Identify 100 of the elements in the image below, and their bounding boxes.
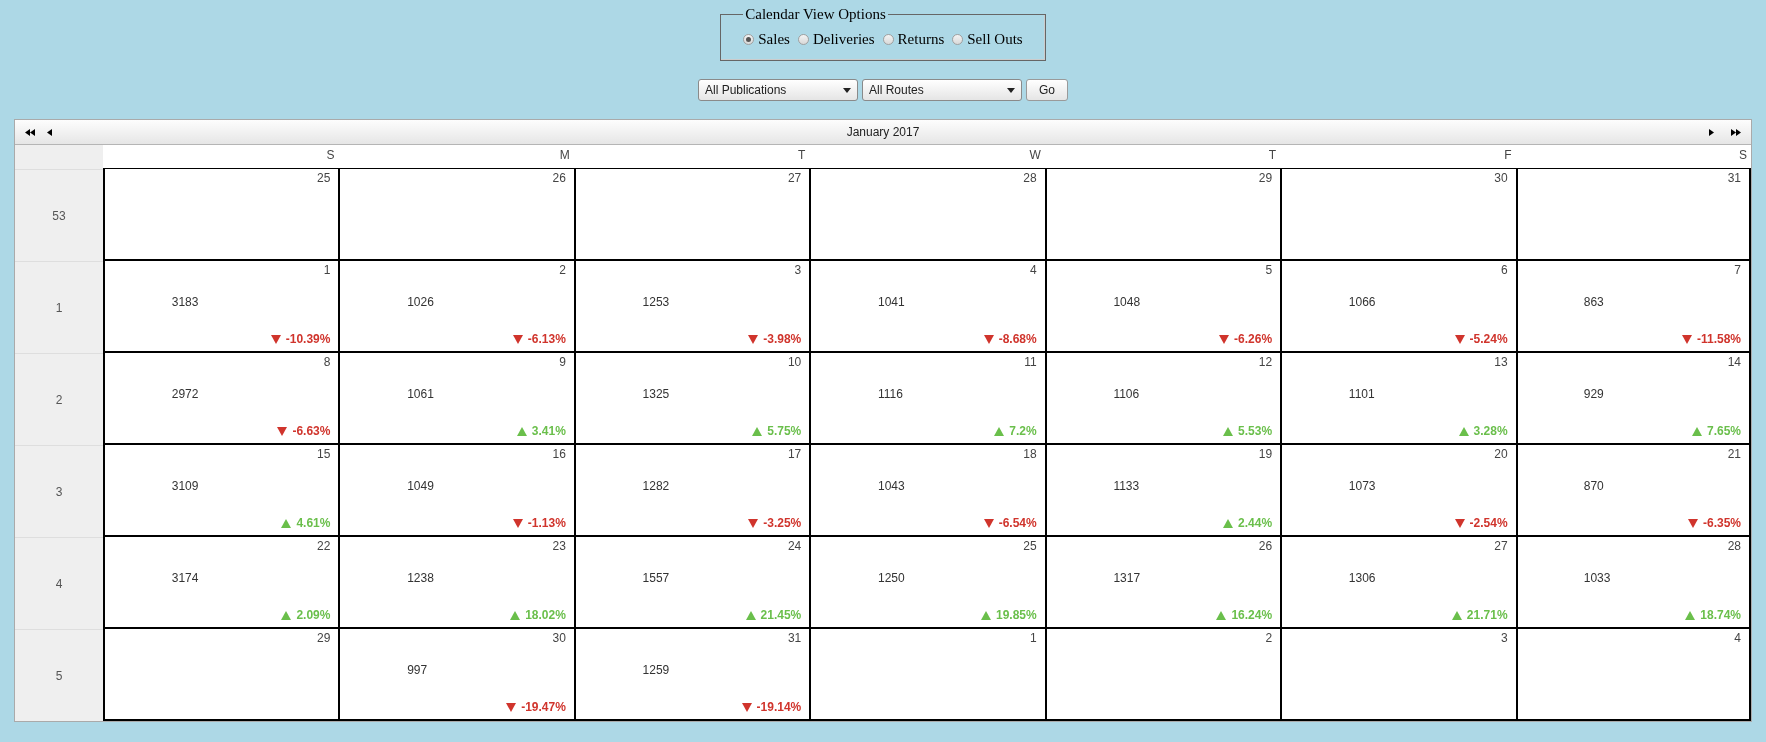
sales-value: 1133: [1113, 479, 1140, 493]
sales-value: 1557: [642, 571, 670, 585]
day-cell[interactable]: 1 3183 -10.39%: [103, 261, 339, 353]
day-cell[interactable]: 29: [1044, 169, 1281, 261]
day-cell[interactable]: 27 1306 21.71%: [1280, 537, 1516, 629]
day-cell[interactable]: 30: [1280, 169, 1516, 261]
week-number: 1: [15, 261, 103, 353]
weekday-header: F: [1280, 145, 1516, 169]
radio-button[interactable]: [743, 34, 755, 45]
day-cell[interactable]: 14 929 7.65%: [1515, 353, 1751, 445]
day-cell[interactable]: 3 1253 -3.98%: [573, 261, 810, 353]
day-number: 7: [1734, 263, 1741, 279]
weekday-header: T: [1044, 145, 1281, 169]
day-cell[interactable]: 7 863 -11.58%: [1515, 261, 1751, 353]
sales-value: 3109: [171, 479, 199, 493]
down-triangle-icon: [748, 518, 759, 528]
radio-label[interactable]: Sales: [758, 31, 790, 48]
day-cell[interactable]: 31 1259 -19.14%: [573, 629, 810, 721]
month-title: January 2017: [845, 125, 921, 139]
sales-value: 1325: [642, 387, 670, 401]
sales-value: 1250: [878, 571, 905, 585]
day-cell[interactable]: 23 1238 18.02%: [338, 537, 574, 629]
day-cell[interactable]: 17 1282 -3.25%: [573, 445, 810, 537]
up-triangle-icon: [981, 610, 991, 620]
day-number: 27: [1494, 539, 1508, 555]
day-cell[interactable]: 26: [338, 169, 574, 261]
day-cell[interactable]: 13 1101 3.28%: [1280, 353, 1516, 445]
day-cell[interactable]: 15 3109 4.61%: [103, 445, 339, 537]
sales-value: 1253: [642, 295, 670, 309]
radio-button[interactable]: [952, 34, 964, 45]
day-cell[interactable]: 20 1073 -2.54%: [1280, 445, 1516, 537]
radio-button[interactable]: [797, 34, 809, 45]
weekday-header: W: [809, 145, 1045, 169]
day-cell[interactable]: 5 1048 -6.26%: [1044, 261, 1281, 353]
day-number: 1: [1030, 631, 1037, 647]
day-cell[interactable]: 12 1106 5.53%: [1044, 353, 1281, 445]
day-cell[interactable]: 28 1033 18.74%: [1515, 537, 1751, 629]
day-cell[interactable]: 10 1325 5.75%: [573, 353, 810, 445]
day-cell[interactable]: 21 870 -6.35%: [1515, 445, 1751, 537]
route-dropdown[interactable]: All Routes: [862, 79, 1022, 101]
day-cell[interactable]: 30 997 -19.47%: [338, 629, 574, 721]
sales-value: 1317: [1113, 571, 1141, 585]
sales-value: 1073: [1348, 479, 1376, 493]
sales-value: 1066: [1348, 295, 1376, 309]
double-right-arrow-icon[interactable]: [1731, 128, 1741, 136]
day-cell[interactable]: 18 1043 -6.54%: [809, 445, 1045, 537]
day-cell[interactable]: 4: [1515, 629, 1751, 721]
day-cell[interactable]: 19 1133 2.44%: [1044, 445, 1281, 537]
day-cell[interactable]: 2: [1044, 629, 1281, 721]
publication-dropdown[interactable]: All Publications: [698, 79, 858, 101]
radio-button[interactable]: [882, 34, 894, 45]
change-percent: -11.58%: [1696, 332, 1741, 346]
day-cell[interactable]: 8 2972 -6.63%: [103, 353, 339, 445]
day-number: 31: [787, 631, 802, 647]
day-cell[interactable]: 26 1317 16.24%: [1044, 537, 1281, 629]
day-number: 30: [1494, 171, 1508, 187]
day-cell[interactable]: 3: [1280, 629, 1516, 721]
day-cell[interactable]: 4 1041 -8.68%: [809, 261, 1045, 353]
sales-value: 1043: [878, 479, 905, 493]
day-cell[interactable]: 6 1066 -5.24%: [1280, 261, 1516, 353]
change-percent: -6.54%: [998, 516, 1037, 530]
day-cell[interactable]: 2 1026 -6.13%: [338, 261, 574, 353]
change-percent: -8.68%: [998, 332, 1037, 346]
change-percent: 21.45%: [760, 608, 802, 622]
day-cell[interactable]: 29: [103, 629, 339, 721]
day-number: 18: [1023, 447, 1037, 463]
down-triangle-icon: [1219, 334, 1230, 344]
sales-value: 1049: [407, 479, 434, 493]
day-number: 1: [323, 263, 331, 279]
day-number: 13: [1494, 355, 1508, 371]
radio-label[interactable]: Deliveries: [812, 31, 875, 48]
go-button[interactable]: Go: [1026, 79, 1068, 101]
day-cell[interactable]: 1: [809, 629, 1045, 721]
sales-value: 997: [407, 663, 428, 677]
day-cell[interactable]: 9 1061 3.41%: [338, 353, 574, 445]
day-cell[interactable]: 31: [1515, 169, 1751, 261]
day-cell[interactable]: 25: [103, 169, 339, 261]
sales-value: 863: [1583, 295, 1604, 309]
day-number: 5: [1265, 263, 1273, 279]
up-triangle-icon: [752, 426, 763, 436]
day-cell[interactable]: 27: [573, 169, 810, 261]
day-number: 14: [1727, 355, 1741, 371]
down-triangle-icon: [1687, 518, 1698, 528]
day-number: 21: [1727, 447, 1741, 463]
double-left-arrow-icon[interactable]: [25, 128, 35, 136]
radio-label[interactable]: Sell Outs: [967, 31, 1023, 48]
weekday-header: S: [1515, 145, 1751, 169]
day-cell[interactable]: 25 1250 19.85%: [809, 537, 1045, 629]
down-triangle-icon: [983, 518, 994, 528]
sales-value: 929: [1583, 387, 1604, 401]
change-percent: -6.63%: [292, 424, 331, 438]
day-number: 2: [559, 263, 566, 279]
radio-label[interactable]: Returns: [897, 31, 945, 48]
day-cell[interactable]: 11 1116 7.2%: [809, 353, 1045, 445]
day-cell[interactable]: 28: [809, 169, 1045, 261]
change-percent: 5.75%: [767, 424, 802, 438]
day-cell[interactable]: 16 1049 -1.13%: [338, 445, 574, 537]
day-cell[interactable]: 24 1557 21.45%: [573, 537, 810, 629]
day-number: 6: [1500, 263, 1508, 279]
day-cell[interactable]: 22 3174 2.09%: [103, 537, 339, 629]
